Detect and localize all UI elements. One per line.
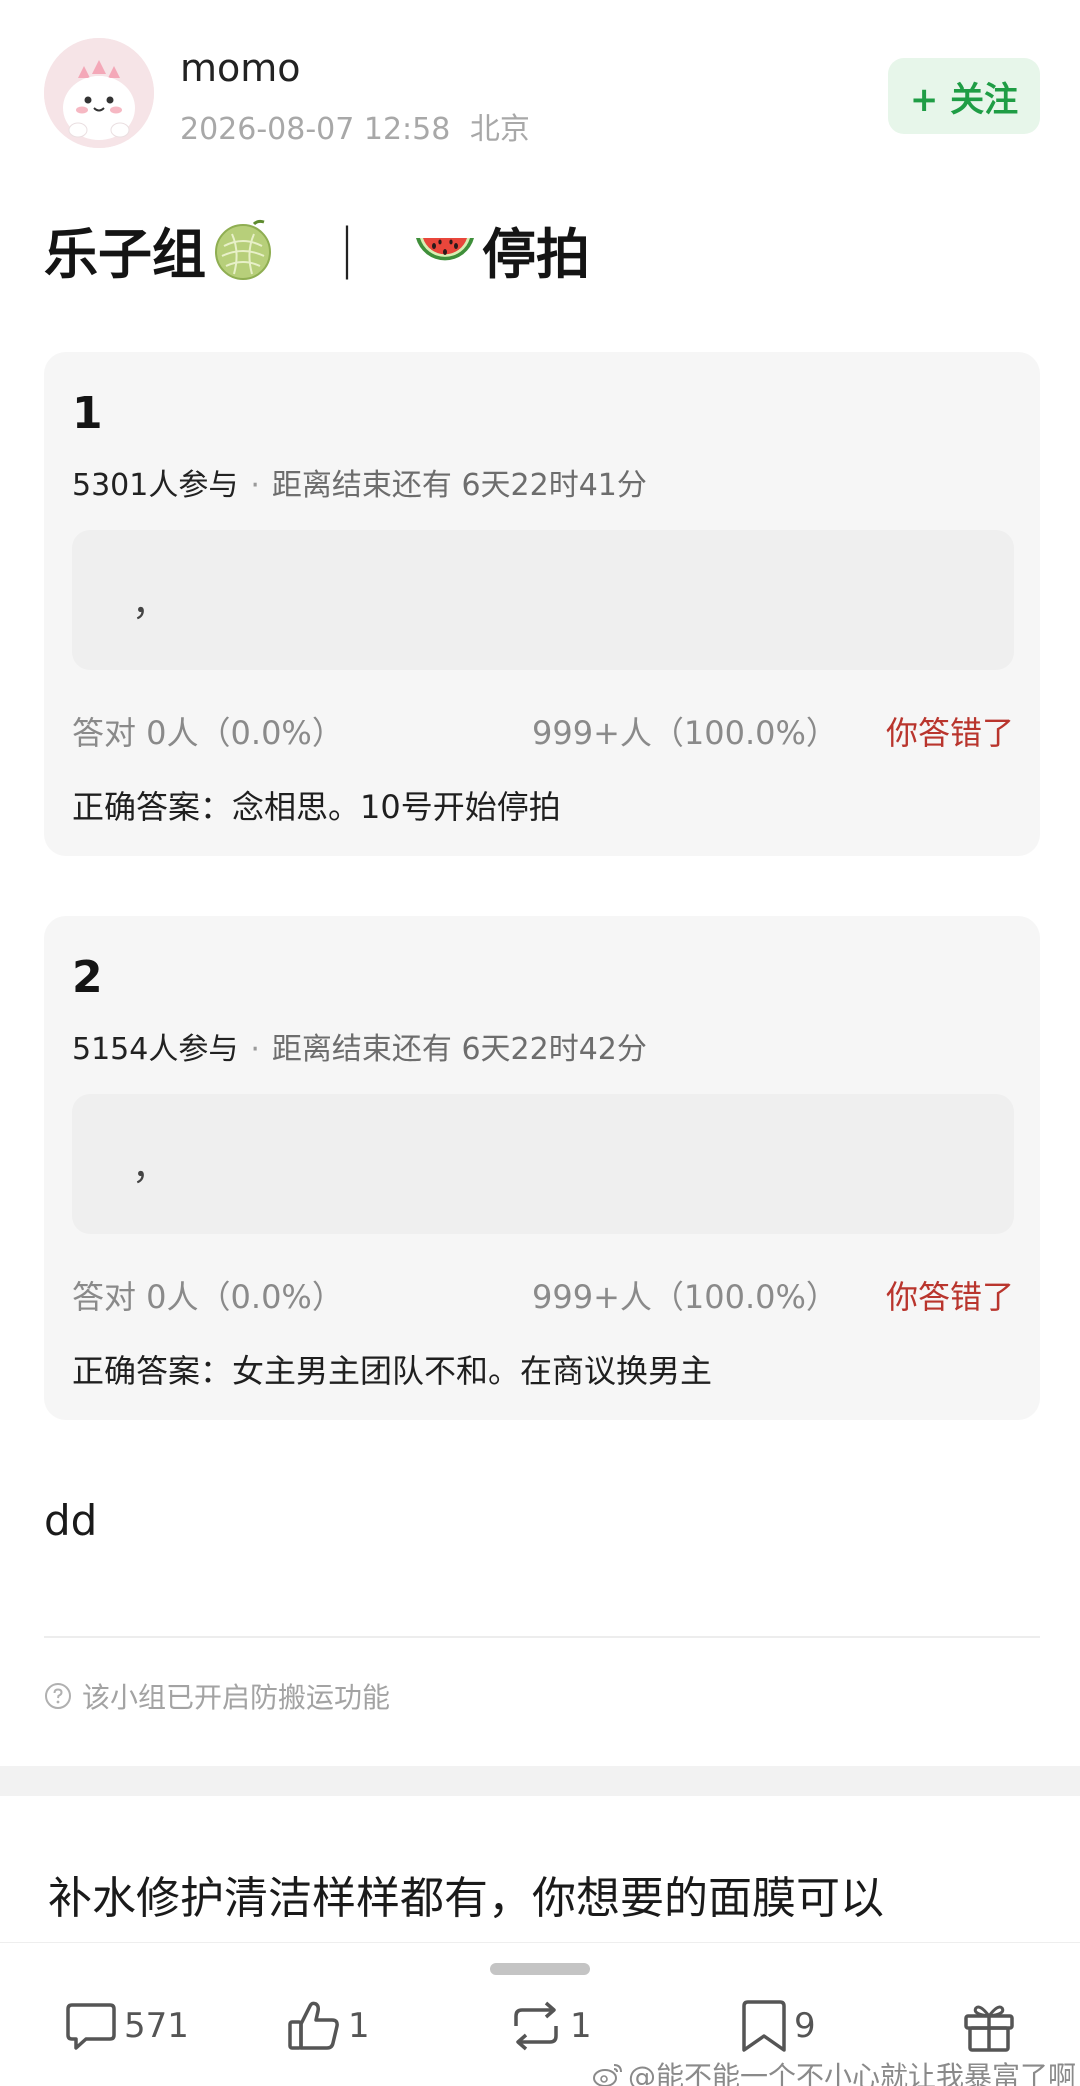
- quiz-verdict: 你答错了: [885, 714, 1014, 752]
- post-header: momo 2026-08-07 12:58 北京 + 关注: [0, 0, 1080, 190]
- question-circle-icon: [45, 1683, 71, 1709]
- quiz-info: 5301人参与 · 距离结束还有 6天22时41分: [72, 460, 647, 504]
- watermark: @能不能一个不小心就让我暴富了啊: [592, 2055, 1076, 2086]
- quiz-correct-stat: 答对 0人（0.0%）: [72, 1278, 344, 1316]
- thumbs-up-icon: [288, 2001, 339, 2050]
- quiz-wrong-stat: 999+人（100.0%）: [532, 1278, 838, 1316]
- post-title: 乐子组 ｜ 停拍: [44, 212, 590, 286]
- gift-icon: [964, 2005, 1014, 2052]
- quiz-answer-box[interactable]: ，: [72, 530, 1014, 670]
- divider: [44, 1636, 1040, 1638]
- anti-repost-notice: 该小组已开启防搬运功能: [44, 1676, 390, 1716]
- post-location: 北京: [469, 112, 530, 147]
- quiz-number: 1: [72, 388, 103, 439]
- melon-icon: [215, 219, 271, 280]
- quiz-answer-text: ，: [132, 1147, 169, 1188]
- quiz-wrong-stat: 999+人（100.0%）: [532, 714, 838, 752]
- repost-button[interactable]: 1: [506, 1991, 592, 2061]
- weibo-logo-icon: [592, 2064, 622, 2086]
- notice-text: 该小组已开启防搬运功能: [82, 1681, 391, 1714]
- bookmark-icon: [742, 2000, 786, 2052]
- like-count: 1: [348, 2006, 370, 2046]
- next-post-text-line1[interactable]: 补水修护清洁样样都有，你想要的面膜可以: [48, 1862, 884, 1926]
- quiz-stats: 答对 0人（0.0%） 999+人（100.0%） 你答错了: [72, 1272, 1014, 1318]
- quiz-number: 2: [72, 952, 103, 1003]
- repost-count: 1: [570, 2006, 592, 2046]
- quiz-stats: 答对 0人（0.0%） 999+人（100.0%） 你答错了: [72, 708, 1014, 754]
- title-text-1: 乐子组: [44, 222, 206, 286]
- quiz-verdict: 你答错了: [885, 1278, 1014, 1316]
- username[interactable]: momo: [180, 46, 301, 90]
- repost-icon: [514, 2001, 558, 2051]
- quiz-info: 5154人参与 · 距离结束还有 6天22时42分: [72, 1024, 647, 1068]
- quiz-correct-answer: 正确答案：女主男主团队不和。在商议换男主: [72, 1352, 713, 1390]
- quiz-card[interactable]: 2 5154人参与 · 距离结束还有 6天22时42分 ， 答对 0人（0.0%） …: [44, 916, 1040, 1420]
- title-separator: ｜: [320, 222, 374, 286]
- quiz-participants: 5301人参与: [72, 468, 239, 503]
- favorite-count: 9: [794, 2006, 816, 2046]
- quiz-remaining: 距离结束还有 6天22时42分: [271, 1032, 647, 1067]
- avatar[interactable]: [44, 38, 154, 148]
- title-text-2: 停拍: [482, 222, 590, 286]
- favorite-button[interactable]: 9: [738, 1991, 816, 2061]
- post-body-text: dd: [44, 1496, 98, 1545]
- quiz-participants: 5154人参与: [72, 1032, 239, 1067]
- quiz-remaining: 距离结束还有 6天22时41分: [271, 468, 647, 503]
- quiz-correct-stat: 答对 0人（0.0%）: [72, 714, 344, 752]
- post-timestamp: 2026-08-07 12:58: [180, 112, 451, 147]
- section-separator: [0, 1766, 1080, 1796]
- comment-icon: [66, 2003, 116, 2050]
- quiz-answer-box[interactable]: ，: [72, 1094, 1014, 1234]
- quiz-correct-answer: 正确答案：念相思。10号开始停拍: [72, 788, 561, 826]
- like-button[interactable]: 1: [284, 1991, 370, 2061]
- post-meta: 2026-08-07 12:58 北京: [180, 104, 530, 148]
- quiz-info-separator: ·: [250, 468, 260, 503]
- bottom-action-bar: 571 1 1 9 @能不能一个不小心就让我暴富了啊: [0, 1942, 1080, 2086]
- watermelon-icon: [416, 238, 474, 261]
- avatar-dino-icon: [44, 38, 154, 148]
- quiz-answer-text: ，: [132, 583, 169, 624]
- quiz-info-separator: ·: [250, 1032, 260, 1067]
- follow-button[interactable]: + 关注: [888, 58, 1040, 134]
- comment-count: 571: [124, 2006, 189, 2046]
- comment-button[interactable]: 571: [62, 1991, 189, 2061]
- quiz-card[interactable]: 1 5301人参与 · 距离结束还有 6天22时41分 ， 答对 0人（0.0%） …: [44, 352, 1040, 856]
- drag-handle[interactable]: [490, 1963, 590, 1975]
- watermark-text: @能不能一个不小心就让我暴富了啊: [627, 2060, 1076, 2086]
- gift-button[interactable]: [960, 1991, 1018, 2061]
